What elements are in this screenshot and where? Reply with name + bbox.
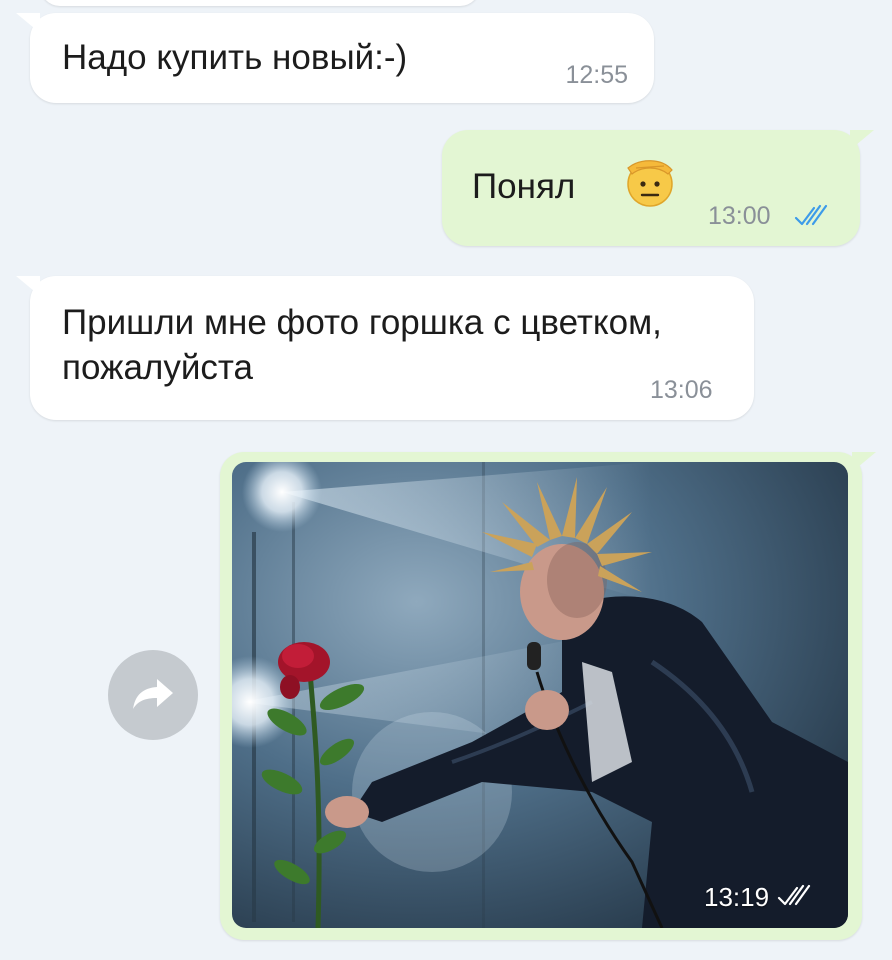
photo-message-bubble[interactable]: 13:19 xyxy=(220,452,876,940)
double-check-icon xyxy=(777,882,811,913)
bubble-tail xyxy=(852,452,876,472)
message-time: 13:19 xyxy=(704,882,770,912)
message-bubble-incoming[interactable]: Надо купить новый:-) 12:55 xyxy=(16,13,654,103)
message-time: 12:55 xyxy=(565,61,628,89)
message-bubble-outgoing[interactable]: Понял 13:00 xyxy=(442,130,874,246)
message-time: 13:00 xyxy=(708,202,771,230)
photo-meta: 13:19 xyxy=(704,882,811,913)
message-text: Надо купить новый:-) xyxy=(62,38,408,77)
message-text: Пришли мне фото горшка с цветком, пожалу… xyxy=(62,303,662,387)
message-bubble-incoming[interactable]: Пришли мне фото горшка с цветком, пожалу… xyxy=(16,276,754,420)
message-text: Понял xyxy=(472,167,576,206)
bubble-tail xyxy=(16,13,40,33)
forward-button[interactable] xyxy=(108,650,198,740)
double-check-icon xyxy=(794,202,828,233)
bubble-tail xyxy=(850,130,874,150)
forward-arrow-icon xyxy=(131,673,175,718)
previous-message-bubble[interactable] xyxy=(40,0,480,6)
message-time: 13:06 xyxy=(650,376,713,404)
photo-performer-with-rose xyxy=(232,462,848,928)
attached-photo[interactable] xyxy=(232,462,848,928)
saluting-face-icon xyxy=(622,154,678,215)
bubble-tail xyxy=(16,276,40,296)
